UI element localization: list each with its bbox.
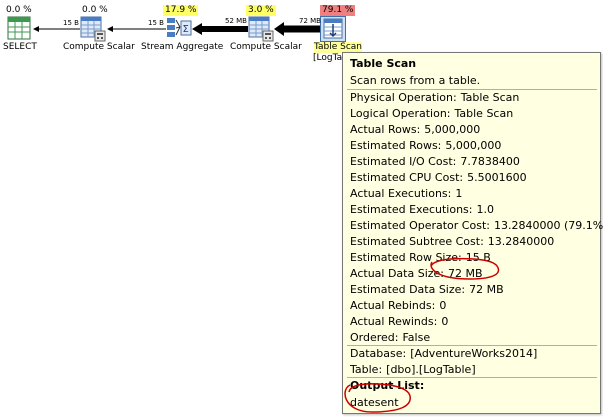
tooltip-database: Database: [AdventureWorks2014] [350,347,538,360]
tooltip-property: Estimated Operator Cost: 13.2840000 (79.1… [350,219,603,232]
arrow-size-label: 15 B [63,19,79,27]
tooltip-property: Estimated Rows: 5,000,000 [350,139,502,152]
tooltip-property: Actual Data Size: 72 MB [350,267,483,280]
tooltip-property: Actual Rows: 5,000,000 [350,123,481,136]
tooltip-property: Actual Executions: 1 [350,187,463,200]
arrow-size-label: 72 MB [299,17,321,25]
tooltip-property: Actual Rebinds: 0 [350,299,447,312]
tooltip-table: Table: [dbo].[LogTable] [350,363,476,376]
tooltip-divider [347,89,597,90]
tooltip-property: Estimated Data Size: 72 MB [350,283,504,296]
tooltip-property: Estimated Subtree Cost: 13.2840000 [350,235,555,248]
tooltip-divider [347,377,597,378]
tooltip-property: Estimated I/O Cost: 7.7838400 [350,155,520,168]
plan-arrows [33,22,320,36]
tooltip-property: Ordered: False [350,331,431,344]
tooltip-description: Scan rows from a table. [350,74,481,87]
operator-tooltip: Table Scan Scan rows from a table. Physi… [342,52,603,414]
tooltip-property: Estimated Row Size: 15 B [350,251,491,264]
tooltip-property: Estimated Executions: 1.0 [350,203,494,216]
output-list-value: datesent [350,396,399,409]
output-list-heading: Output List: [350,379,425,392]
tooltip-divider [347,345,597,346]
tooltip-property: Estimated CPU Cost: 5.5001600 [350,171,527,184]
tooltip-property: Physical Operation: Table Scan [350,91,520,104]
tooltip-property: Actual Rewinds: 0 [350,315,449,328]
arrow-size-label: 15 B [148,19,164,27]
tooltip-property: Logical Operation: Table Scan [350,107,514,120]
arrow-size-label: 52 MB [225,17,247,25]
tooltip-title: Table Scan [350,57,417,70]
